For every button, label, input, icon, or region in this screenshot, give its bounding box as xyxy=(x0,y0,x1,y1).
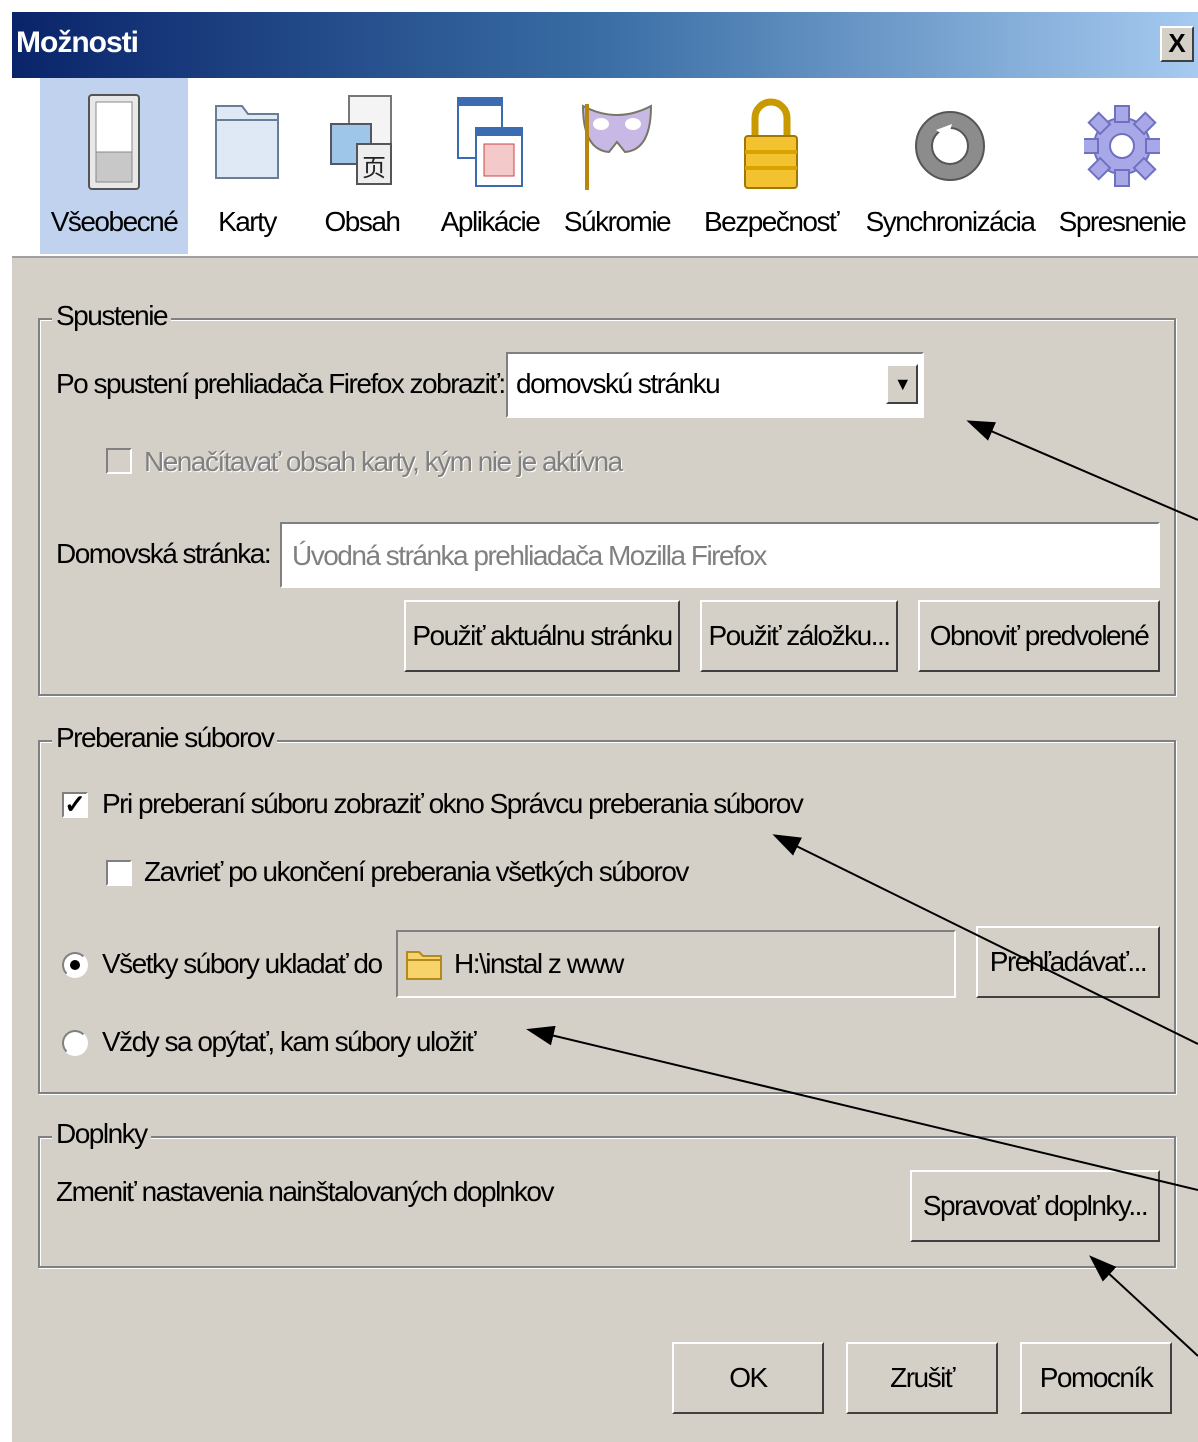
arrow-always-ask xyxy=(526,1025,1198,1191)
annotation-arrows xyxy=(526,420,1198,1357)
arrow-manage-addons xyxy=(1089,1255,1198,1357)
arrow-download-manager xyxy=(772,834,1198,1045)
arrow-startup xyxy=(966,420,1198,521)
